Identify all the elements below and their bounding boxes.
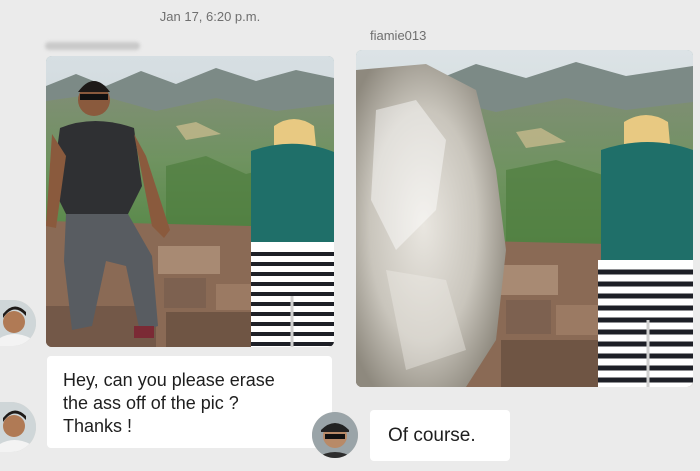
received-photo-message[interactable]	[356, 50, 693, 387]
sender-username[interactable]: fiamie013	[370, 28, 426, 43]
sender-avatar[interactable]	[0, 402, 36, 452]
person-avatar-icon	[0, 300, 36, 346]
redacted-username	[45, 42, 140, 50]
photo-edited	[356, 50, 693, 387]
sent-photo-message[interactable]	[46, 56, 334, 347]
message-bubble-received[interactable]: Of course.	[370, 410, 510, 461]
message-timestamp: Jan 17, 6:20 p.m.	[159, 9, 261, 24]
person-avatar-icon	[312, 412, 358, 458]
sender-avatar[interactable]	[0, 300, 36, 346]
photo-original	[46, 56, 334, 347]
message-text: Of course.	[388, 425, 476, 446]
person-avatar-icon	[0, 402, 36, 452]
message-bubble-sent[interactable]: Hey, can you please erase the ass off of…	[47, 356, 332, 448]
message-text: Hey, can you please erase the ass off of…	[63, 370, 275, 436]
recipient-avatar[interactable]	[312, 412, 358, 458]
